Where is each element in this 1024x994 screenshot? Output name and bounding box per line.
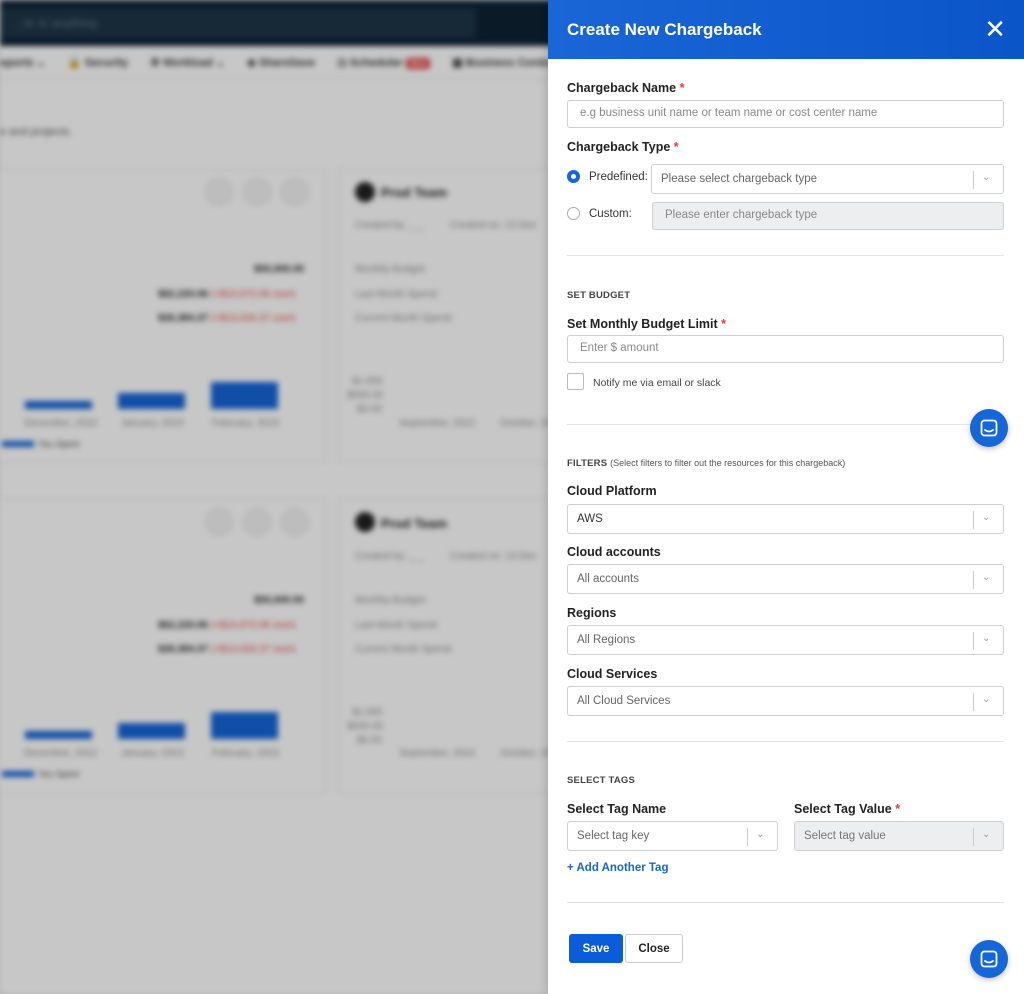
chargeback-name-input[interactable]: e.g business unit name or team name or c… bbox=[567, 100, 1004, 128]
cloud-services-label: Cloud Services bbox=[567, 667, 658, 681]
divider bbox=[567, 255, 1004, 256]
tag-value-select[interactable]: Select tag value ⌄ bbox=[794, 821, 1004, 851]
custom-radio[interactable] bbox=[567, 207, 580, 220]
custom-label: Custom: bbox=[589, 208, 632, 220]
close-button[interactable]: Close bbox=[625, 934, 683, 963]
tag-value-label: Select Tag Value * bbox=[794, 802, 901, 816]
chevron-down-icon: ⌄ bbox=[982, 172, 991, 183]
save-button[interactable]: Save bbox=[569, 934, 623, 963]
select-tags-heading: SELECT TAGS bbox=[567, 775, 635, 786]
chevron-down-icon: ⌄ bbox=[982, 512, 991, 523]
tag-name-label: Select Tag Name bbox=[567, 802, 667, 816]
cloud-services-select[interactable]: All Cloud Services ⌄ bbox=[567, 686, 1004, 716]
drawer-header: Create New Chargeback ✕ bbox=[548, 0, 1024, 59]
chevron-down-icon: ⌄ bbox=[982, 633, 991, 644]
divider bbox=[567, 902, 1004, 903]
create-chargeback-drawer: Create New Chargeback ✕ Chargeback Name … bbox=[548, 0, 1024, 994]
chevron-down-icon: ⌄ bbox=[756, 829, 765, 840]
divider bbox=[567, 741, 1004, 742]
cloud-platform-label: Cloud Platform bbox=[567, 484, 657, 498]
regions-label: Regions bbox=[567, 606, 617, 620]
cloud-accounts-select[interactable]: All accounts ⌄ bbox=[567, 564, 1004, 594]
chat-icon[interactable] bbox=[970, 409, 1008, 447]
cloud-platform-select[interactable]: AWS ⌄ bbox=[567, 504, 1004, 534]
regions-select[interactable]: All Regions ⌄ bbox=[567, 625, 1004, 655]
close-icon[interactable]: ✕ bbox=[984, 17, 1006, 43]
notify-checkbox[interactable] bbox=[567, 373, 584, 390]
divider bbox=[567, 424, 1004, 425]
add-another-tag-link[interactable]: + Add Another Tag bbox=[567, 862, 668, 874]
set-budget-heading: SET BUDGET bbox=[567, 290, 631, 301]
tag-key-select[interactable]: Select tag key ⌄ bbox=[567, 821, 778, 851]
chargeback-name-label: Chargeback Name * bbox=[567, 81, 685, 95]
predefined-radio[interactable] bbox=[567, 170, 580, 183]
cloud-accounts-label: Cloud accounts bbox=[567, 545, 661, 559]
budget-amount-input[interactable]: Enter $ amount bbox=[567, 335, 1004, 363]
chevron-down-icon: ⌄ bbox=[982, 829, 991, 840]
filters-heading: FILTERS (Select filters to filter out th… bbox=[567, 458, 846, 469]
chevron-down-icon: ⌄ bbox=[982, 572, 991, 583]
chevron-down-icon: ⌄ bbox=[982, 694, 991, 705]
predefined-label: Predefined: bbox=[589, 171, 648, 183]
notify-label: Notify me via email or slack bbox=[593, 377, 721, 389]
chat-icon[interactable] bbox=[970, 940, 1008, 978]
chargeback-type-select[interactable]: Please select chargeback type ⌄ bbox=[651, 164, 1004, 194]
budget-limit-label: Set Monthly Budget Limit * bbox=[567, 317, 727, 331]
drawer-title: Create New Chargeback bbox=[567, 19, 762, 39]
custom-type-input[interactable]: Please enter chargeback type bbox=[652, 202, 1004, 230]
chargeback-type-label: Chargeback Type * bbox=[567, 140, 679, 154]
